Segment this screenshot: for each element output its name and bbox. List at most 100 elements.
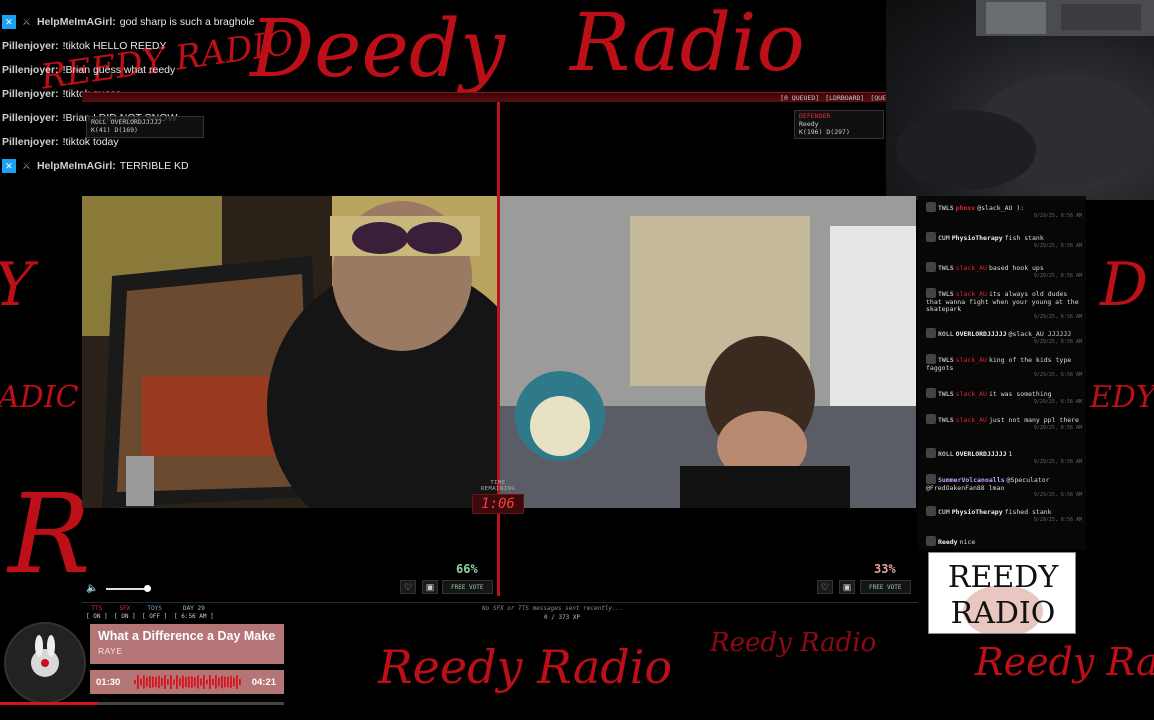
queued-label[interactable]: [0 QUEUED]	[780, 94, 819, 102]
sfx-message: No SFX or TTS messages sent recently...	[482, 605, 623, 612]
sfx-label: SFX	[119, 605, 131, 612]
tts-toggle[interactable]: TTS [ ON ]	[86, 605, 108, 621]
volume-slider[interactable]	[106, 588, 148, 590]
now-playing-card: What a Difference a Day Makes RAYE	[90, 624, 284, 664]
chat-tag: CUM	[938, 234, 950, 242]
waveform-bar	[203, 675, 205, 689]
waveform-bar	[143, 675, 145, 689]
user-badge-icon	[926, 414, 936, 424]
bg-scribble-right-2: EDY	[1090, 380, 1154, 415]
sword-icon: ⚔	[22, 160, 31, 172]
top-status-bar: [0 QUEUED] [LDRBOARD] [QUE	[82, 92, 886, 102]
left-camera-feed	[82, 196, 499, 508]
chat-tag: TWLS	[938, 416, 954, 424]
chat-user: Pillenjoyer:	[2, 88, 59, 100]
waveform-bar	[149, 676, 151, 688]
toys-toggle[interactable]: TOYS [ OFF ]	[142, 605, 167, 621]
waveform-bar	[206, 679, 208, 685]
leaderboard-label[interactable]: [LDRBOARD]	[825, 94, 864, 102]
user-badge-icon	[926, 506, 936, 516]
chat-row: TWLS slack_AU it was something 9/29/25, 6:5…	[926, 388, 1082, 405]
chat-row: SummerVolcanoalls @Speculator @FredOakenF…	[926, 474, 1082, 498]
chat-row: TWLS phoxv @slack_AU ): 9/29/25, 6:56 AM	[926, 202, 1082, 219]
chat-mention: slack_AU	[955, 416, 987, 424]
waveform-bar	[170, 675, 172, 689]
song-title: What a Difference a Day Makes	[98, 629, 276, 643]
chat-tag: TWLS	[938, 264, 954, 272]
waveform-bar	[215, 675, 217, 689]
chat-tag: TWLS	[938, 204, 954, 212]
left-vote-percent: 66%	[456, 562, 478, 576]
waveform-bar	[176, 675, 178, 689]
chat-mention: slack_AU	[955, 356, 987, 364]
reedy-radio-logo: REEDY RADIO	[928, 552, 1076, 634]
right-free-vote-button[interactable]: FREE VOTE	[860, 580, 911, 594]
user-badge-icon	[926, 388, 936, 398]
chat-user: Pillenjoyer:	[2, 64, 59, 76]
cam-divider	[497, 102, 500, 596]
waveform-bar	[200, 678, 202, 686]
waveform-bar	[209, 675, 211, 689]
album-art	[4, 622, 86, 704]
chat-timestamp: 9/29/25, 6:56 AM	[1033, 372, 1082, 378]
bg-scribble-right-1: D	[1100, 250, 1149, 320]
user-badge-icon	[926, 262, 936, 272]
chat-text: @slack_AU ):	[977, 204, 1025, 212]
logo-line2: RADIO	[951, 596, 1056, 631]
waveform-bar	[167, 679, 169, 685]
day-label: DAY 29	[183, 605, 205, 612]
waveform-bar	[185, 677, 187, 687]
user-stats: K(196) D(297)	[799, 127, 850, 136]
waveform-bar	[140, 678, 142, 686]
side-chat-panel: TWLS phoxv @slack_AU ): 9/29/25, 6:56 AM CU…	[918, 196, 1086, 550]
chat-name: PhysioTherapy	[951, 234, 1003, 242]
chat-user: Pillenjoyer:	[2, 112, 59, 124]
chat-text: just not many ppl there	[988, 416, 1079, 424]
volume-icon[interactable]: 🔈	[86, 583, 98, 594]
user-badge-icon	[926, 474, 936, 484]
bg-scribble-bottom-3: Reedy Radi	[975, 640, 1154, 684]
overlay-chat-line: ✕ ⚔ HelpMeImAGirl: TERRIBLE KD	[2, 156, 189, 176]
chat-user: HelpMeImAGirl:	[36, 16, 116, 28]
waveform-bar	[146, 677, 148, 687]
waveform-bar	[137, 675, 139, 689]
queue-label[interactable]: [QUE	[870, 94, 886, 102]
left-free-vote-button[interactable]: FREE VOTE	[442, 580, 493, 594]
chat-timestamp: 9/29/25, 6:56 AM	[1033, 516, 1082, 523]
chat-user: Pillenjoyer:	[2, 40, 59, 52]
chat-text: nice	[959, 538, 976, 546]
user-badge-icon	[926, 328, 936, 338]
chat-timestamp: 9/29/25, 6:56 AM	[1033, 492, 1082, 498]
chat-timestamp: 9/29/25, 6:56 AM	[1033, 458, 1082, 465]
waveform-bar	[152, 676, 154, 688]
volume-knob[interactable]	[144, 585, 151, 592]
overlay-chat-line: Pillenjoyer: !Brian guess what reedy	[2, 60, 175, 80]
lock-icon[interactable]: ▣	[422, 580, 438, 594]
chat-row: TWLS slack_AU based hook ups 9/29/25, 6:56 …	[926, 262, 1082, 279]
waveform-bar	[197, 675, 199, 689]
waveform-bar	[173, 679, 175, 685]
chat-text: fished stank	[1004, 508, 1052, 516]
album-rabbit-icon	[31, 635, 59, 677]
sfx-toggle[interactable]: SFX [ ON ]	[114, 605, 136, 621]
lock-icon[interactable]: ▣	[839, 580, 855, 594]
overlay-chat-line: ✕ ⚔ HelpMeImAGirl: god sharp is such a b…	[2, 12, 255, 32]
x-icon: ✕	[2, 159, 16, 173]
chat-message: TERRIBLE KD	[119, 160, 189, 172]
song-progress-track	[0, 702, 284, 705]
heart-icon[interactable]: ♡	[817, 580, 833, 594]
chat-timestamp: 9/29/25, 6:56 AM	[1033, 338, 1082, 345]
waveform-bar	[227, 676, 229, 688]
waveform-bar	[188, 676, 190, 688]
chat-name: Reedy	[938, 538, 958, 546]
user-badge-icon	[926, 202, 936, 212]
logo-art: REEDY RADIO	[948, 560, 1059, 633]
waveform-bar	[233, 677, 235, 687]
user-badge-icon	[926, 354, 936, 364]
chat-row: TWLS slack_AU just not many ppl there 9/29/…	[926, 414, 1082, 431]
chat-timestamp: 9/29/25, 6:56 AM	[1033, 313, 1082, 320]
chat-timestamp: 9/29/25, 6:56 AM	[1033, 272, 1082, 279]
chat-tag: ROLL	[938, 330, 954, 338]
heart-icon[interactable]: ♡	[400, 580, 416, 594]
bg-scribble-big-1: Deedy	[250, 2, 506, 95]
